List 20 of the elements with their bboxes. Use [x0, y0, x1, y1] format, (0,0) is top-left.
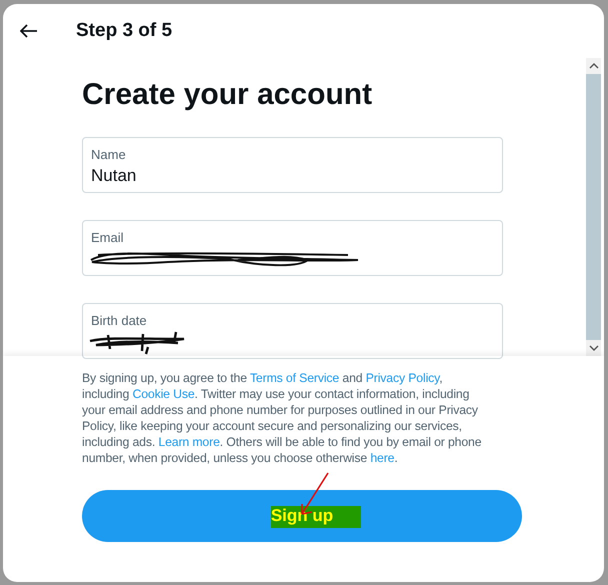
input-field[interactable]: Email — [82, 220, 503, 276]
input-field[interactable]: Birth date — [82, 303, 503, 359]
step-title: Step 3 of 5 — [76, 20, 172, 42]
back-arrow-icon[interactable] — [20, 24, 38, 38]
inline-link[interactable]: here — [370, 451, 394, 465]
field-label: Name — [91, 147, 126, 162]
field-label: Birth date — [91, 313, 147, 328]
scrollbar[interactable] — [586, 58, 601, 356]
inline-link[interactable]: Cookie Use — [132, 387, 195, 401]
page-heading: Create your account — [82, 78, 374, 112]
inline-link[interactable]: Privacy Policy — [366, 371, 440, 385]
terms-paragraph: By signing up, you agree to the Terms of Service and Privacy Policy, including Cookie Use. Twitter may use your contact information, including your email address and phone number for purposes outlined in our Privacy Policy, like keeping your account secure and personalizing our services, including ads. Learn more. Others will be able to find you by email or phone number, when provided, unless you choose otherwise here. — [82, 370, 482, 466]
scroll-up-icon[interactable] — [588, 62, 598, 70]
inline-link[interactable]: Terms of Service — [250, 371, 340, 385]
field-value: Nutan — [91, 166, 136, 186]
field-label: Email — [91, 230, 124, 245]
inline-link[interactable]: Learn more — [158, 435, 220, 449]
sign-up-button[interactable]: Sign up — [82, 490, 522, 542]
input-field[interactable]: Name Nutan — [82, 137, 503, 193]
scroll-down-icon[interactable] — [588, 344, 598, 352]
